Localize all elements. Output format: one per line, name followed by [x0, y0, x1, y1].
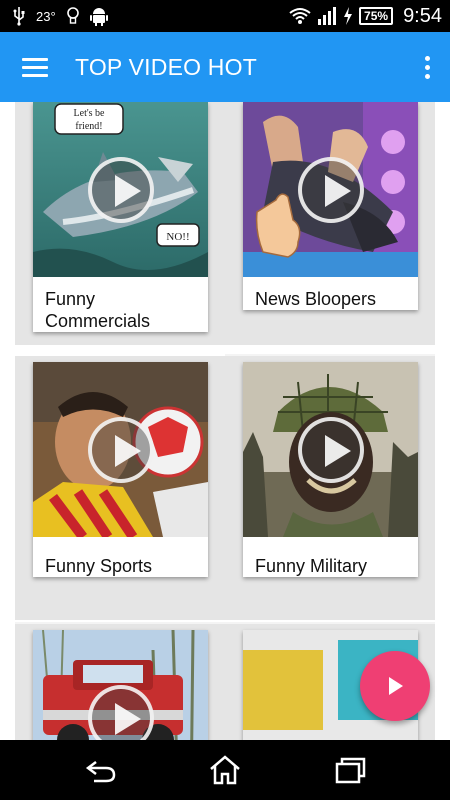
hamburger-menu-icon[interactable]	[16, 53, 54, 81]
video-thumbnail	[33, 362, 208, 537]
play-fab-button[interactable]	[360, 651, 430, 721]
video-card[interactable]	[33, 630, 208, 740]
video-title: News Bloopers	[255, 289, 377, 309]
screen: 23° 75% 9:54 TOP VIDEO HOT Let's be frie…	[0, 0, 450, 800]
status-bar: 23° 75% 9:54	[0, 0, 450, 32]
app-title: TOP VIDEO HOT	[75, 54, 257, 80]
android-icon	[89, 6, 108, 26]
video-title: Funny Commercials	[45, 289, 151, 331]
battery-icon: 75%	[359, 7, 394, 25]
bulb-icon	[66, 6, 80, 26]
charging-icon	[343, 7, 353, 25]
play-icon	[88, 417, 154, 483]
video-thumbnail	[243, 102, 418, 277]
svg-text:Let's be: Let's be	[74, 108, 106, 119]
video-title: Funny Sports	[45, 556, 153, 576]
play-icon	[298, 157, 364, 223]
app-bar: TOP VIDEO HOT	[0, 32, 450, 102]
video-card-funny-military[interactable]: Funny Military	[243, 362, 418, 577]
play-icon	[88, 157, 154, 223]
video-card-news-bloopers[interactable]: News Bloopers	[243, 102, 418, 310]
home-icon[interactable]	[208, 754, 242, 786]
navigation-bar	[0, 740, 450, 800]
video-thumbnail	[33, 630, 208, 740]
video-grid[interactable]: Let's be friend! NO!! Funny Commercials	[0, 102, 450, 740]
video-thumbnail: Let's be friend! NO!!	[33, 102, 208, 277]
temperature-text: 23°	[36, 8, 56, 24]
signal-icon	[317, 7, 337, 25]
video-thumbnail	[243, 362, 418, 537]
recent-apps-icon[interactable]	[334, 754, 368, 786]
svg-text:NO!!: NO!!	[166, 231, 189, 243]
play-icon	[298, 417, 364, 483]
more-vert-icon[interactable]	[416, 51, 438, 83]
back-icon[interactable]	[84, 754, 118, 786]
svg-text:friend!: friend!	[75, 121, 102, 132]
wifi-icon	[289, 7, 311, 25]
video-card-funny-sports[interactable]: Funny Sports	[33, 362, 208, 577]
clock-text: 9:54	[403, 4, 442, 27]
usb-icon	[12, 6, 26, 26]
video-card-funny-commercials[interactable]: Let's be friend! NO!! Funny Commercials	[33, 102, 208, 332]
video-title: Funny Military	[255, 556, 368, 576]
